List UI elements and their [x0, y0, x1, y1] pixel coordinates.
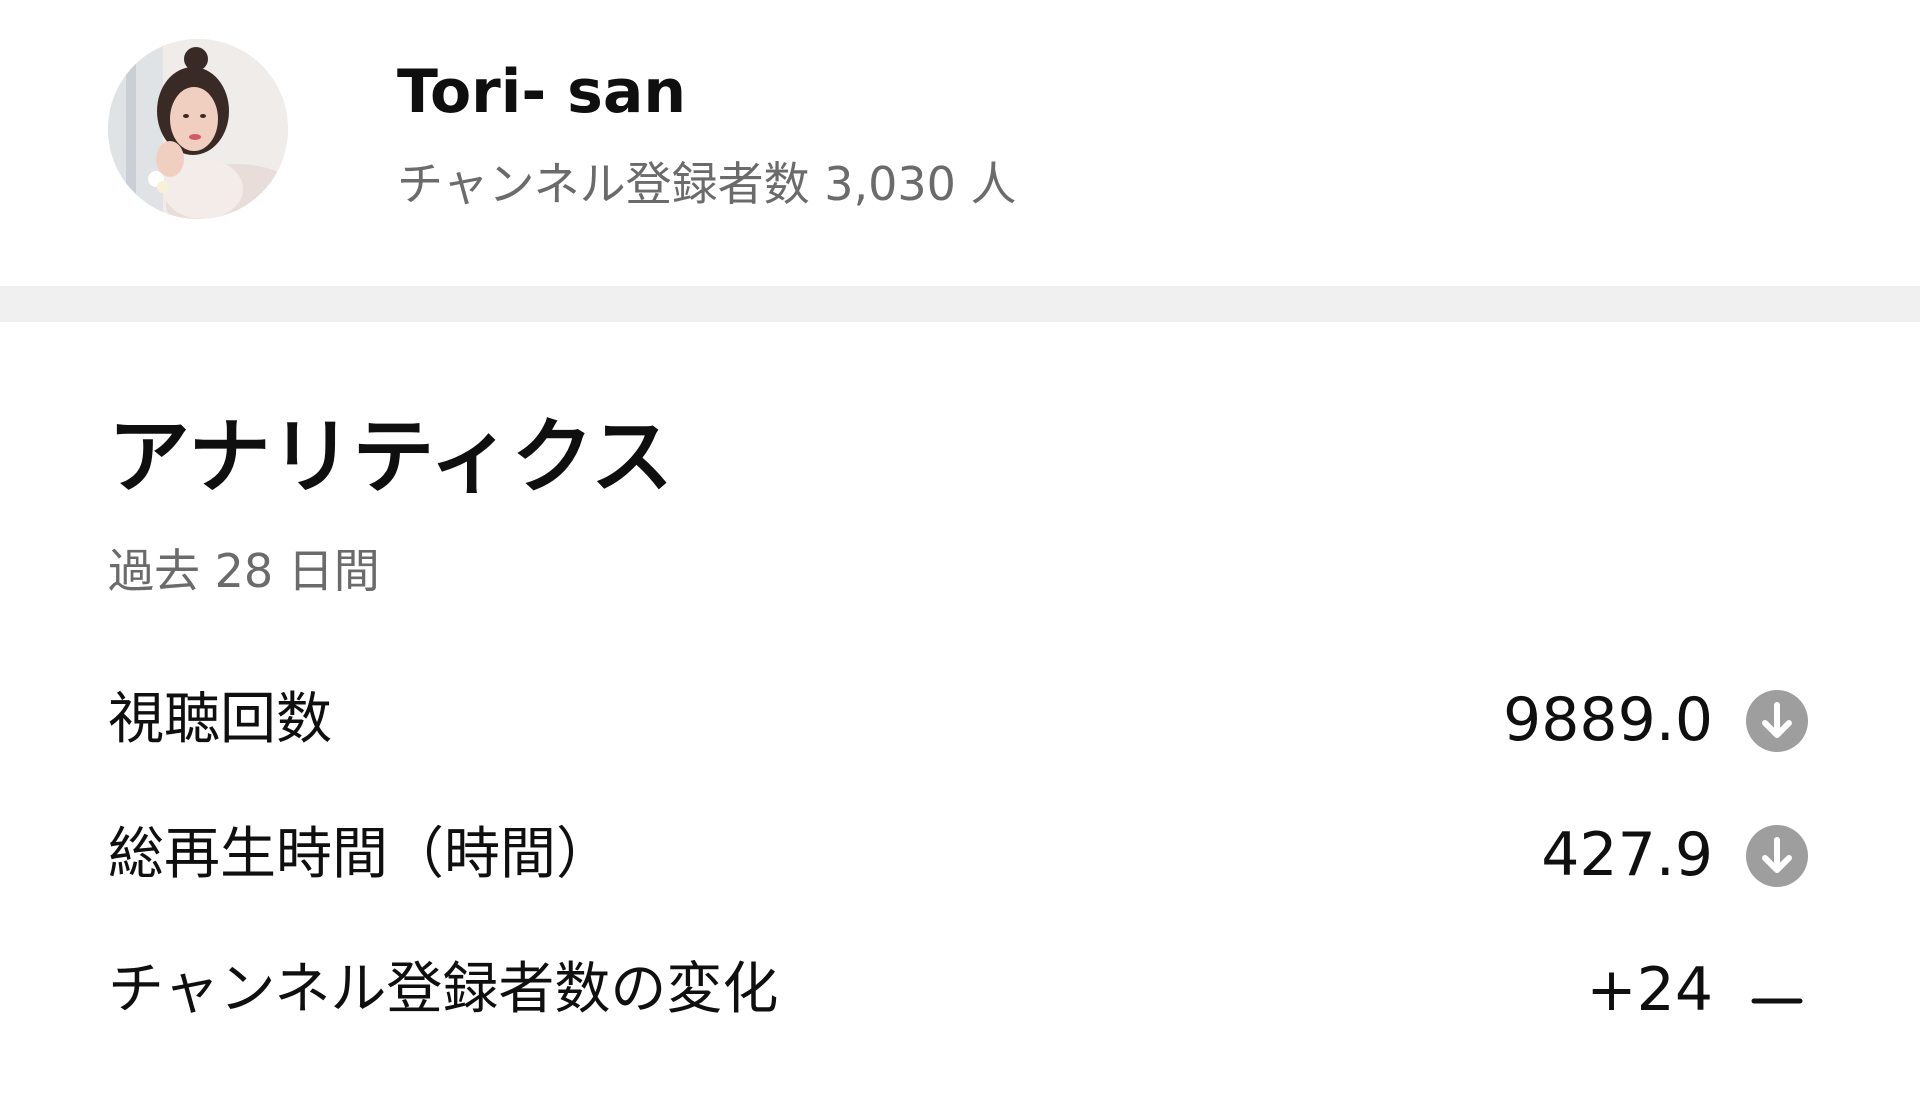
metric-value: 427.9: [1541, 820, 1713, 890]
channel-header[interactable]: Tori- san チャンネル登録者数 3,030 人: [0, 0, 1920, 286]
metric-label: 総再生時間（時間）: [108, 822, 612, 887]
metric-row-subscriber-change[interactable]: チャンネル登録者数の変化 +24: [108, 950, 1808, 1030]
arrow-down-circle-icon: [1746, 825, 1808, 887]
metric-value: 9889.0: [1503, 685, 1713, 755]
channel-name[interactable]: Tori- san: [397, 56, 686, 128]
channel-analytics-card: Tori- san チャンネル登録者数 3,030 人 アナリティクス 過去 2…: [0, 0, 1920, 1107]
metric-row-views[interactable]: 視聴回数 9889.0: [108, 680, 1808, 760]
arrow-down-circle-icon: [1746, 690, 1808, 752]
dash-icon: [1746, 960, 1808, 1022]
period-label: 過去 28 日間: [108, 544, 380, 598]
channel-avatar[interactable]: [108, 39, 288, 219]
metric-value: +24: [1586, 955, 1713, 1025]
metric-label: 視聴回数: [108, 687, 332, 752]
metric-label: チャンネル登録者数の変化: [108, 957, 779, 1022]
metric-row-watch-time[interactable]: 総再生時間（時間） 427.9: [108, 815, 1808, 895]
section-divider: [0, 286, 1920, 322]
subscriber-count: チャンネル登録者数 3,030 人: [397, 157, 1017, 211]
analytics-title: アナリティクス: [108, 410, 673, 505]
